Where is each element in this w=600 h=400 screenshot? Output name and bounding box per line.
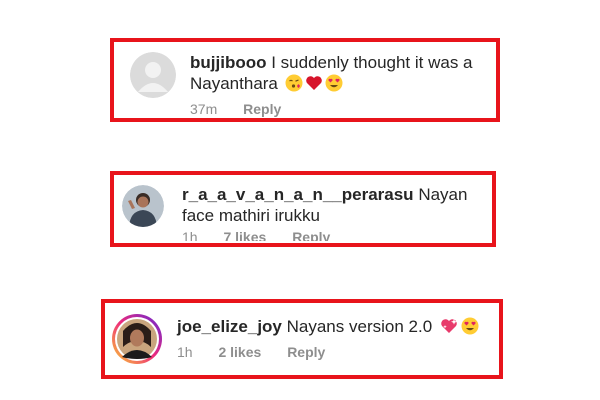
comment-meta: 37m Reply bbox=[190, 101, 490, 118]
comment-body: r_a_a_v_a_n_a_n__perarasu Nayan face mat… bbox=[182, 184, 492, 241]
sparkling-heart-icon bbox=[439, 317, 459, 340]
comment-highlight-box: r_a_a_v_a_n_a_n__perarasu Nayan face mat… bbox=[110, 171, 496, 247]
comment-meta: 1h 2 likes Reply bbox=[177, 344, 497, 361]
comment-highlight-box: joe_elize_joy Nayans version 2.0 1h 2 li… bbox=[101, 299, 503, 379]
comment-body: bujjibooo I suddenly thought it was a Na… bbox=[190, 52, 490, 118]
face-blowing-kiss-icon bbox=[285, 74, 303, 97]
reply-button[interactable]: Reply bbox=[292, 229, 330, 241]
reply-button[interactable]: Reply bbox=[287, 344, 325, 360]
comment-likes[interactable]: 7 likes bbox=[223, 229, 266, 241]
comment-username[interactable]: joe_elize_joy bbox=[177, 317, 282, 336]
comment-time: 1h bbox=[182, 229, 198, 241]
story-ring-profile-photo[interactable] bbox=[111, 313, 163, 365]
red-heart-icon bbox=[305, 74, 323, 97]
default-avatar-icon[interactable] bbox=[130, 52, 176, 98]
heart-eyes-icon bbox=[461, 317, 479, 340]
heart-eyes-icon bbox=[325, 74, 343, 97]
comment-username[interactable]: bujjibooo bbox=[190, 53, 266, 72]
comment-time: 1h bbox=[177, 344, 193, 360]
comment-highlight-box: bujjibooo I suddenly thought it was a Na… bbox=[110, 38, 500, 122]
comment-body: joe_elize_joy Nayans version 2.0 1h 2 li… bbox=[177, 316, 497, 361]
profile-photo[interactable] bbox=[122, 185, 164, 227]
comment-likes[interactable]: 2 likes bbox=[218, 344, 261, 360]
reply-button[interactable]: Reply bbox=[243, 101, 281, 117]
comment-text: Nayans version 2.0 bbox=[286, 317, 433, 336]
comment-meta: 1h 7 likes Reply bbox=[182, 229, 492, 241]
comments-screenshot: bujjibooo I suddenly thought it was a Na… bbox=[0, 0, 600, 400]
comment-username[interactable]: r_a_a_v_a_n_a_n__perarasu bbox=[182, 185, 414, 204]
comment-time: 37m bbox=[190, 101, 218, 117]
